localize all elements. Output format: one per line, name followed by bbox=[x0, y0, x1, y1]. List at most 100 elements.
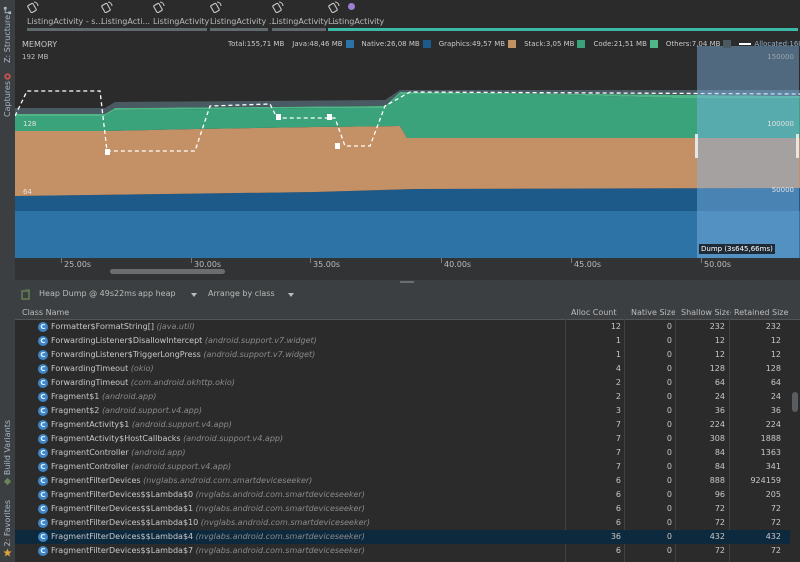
captures-tab-label: Captures bbox=[3, 81, 12, 117]
native-size: 0 bbox=[666, 532, 672, 541]
table-row[interactable]: C Fragment$1 (android.app) 2 0 24 24 bbox=[15, 390, 790, 404]
table-row[interactable]: C ForwardingTimeout (com.android.okhttp.o… bbox=[15, 376, 790, 390]
heap-toolbar: Heap Dump @ 49s22ms app heap Arrange by … bbox=[15, 284, 800, 307]
shallow-size: 888 bbox=[709, 476, 725, 485]
native-size: 0 bbox=[666, 350, 672, 359]
table-row[interactable]: C FragmentFilterDevices$$Lambda$7 (nvglab… bbox=[15, 544, 790, 558]
memory-max-label: 192 MB bbox=[22, 53, 49, 61]
structure-icon bbox=[3, 6, 12, 15]
class-name: Fragment$2 (android.support.v4.app) bbox=[51, 406, 202, 415]
vertical-scrollbar[interactable] bbox=[790, 320, 800, 562]
shallow-size: 72 bbox=[714, 518, 725, 527]
heap-select[interactable]: app heap bbox=[138, 289, 176, 298]
class-package: (android.support.v7.widget) bbox=[204, 336, 317, 345]
column-class-name[interactable]: Class Name bbox=[22, 308, 69, 317]
shallow-size: 84 bbox=[714, 448, 725, 457]
alloc-count: 36 bbox=[610, 532, 621, 541]
rotate-icon bbox=[272, 1, 284, 13]
retained-size: 64 bbox=[770, 378, 781, 387]
arrange-select[interactable]: Arrange by class bbox=[208, 289, 275, 298]
retained-size: 128 bbox=[765, 364, 781, 373]
legend-label: Native:26,08 MB bbox=[361, 40, 420, 48]
native-size: 0 bbox=[666, 392, 672, 401]
native-size: 0 bbox=[666, 476, 672, 485]
legend-label: Total:155,71 MB bbox=[228, 40, 285, 48]
class-package: (nvglabs.android.com.smartdeviceseeker) bbox=[195, 490, 365, 499]
table-row[interactable]: C ForwardingListener$DisallowIntercept (a… bbox=[15, 334, 790, 348]
legend-swatch bbox=[508, 40, 517, 48]
column-native-size[interactable]: Native Size bbox=[631, 308, 676, 317]
alloc-count: 2 bbox=[615, 392, 621, 401]
legend-swatch bbox=[577, 40, 586, 48]
build-variants-tab[interactable]: Build Variants bbox=[1, 420, 14, 486]
table-row[interactable]: C FragmentFilterDevices$$Lambda$10 (nvgla… bbox=[15, 516, 790, 530]
time-tick bbox=[61, 258, 62, 263]
activity-timeline: ListingActivity - s... ListingActi... List… bbox=[15, 0, 800, 34]
shallow-size: 72 bbox=[714, 546, 725, 555]
activity-label: ListingActivity bbox=[153, 17, 210, 26]
shallow-size: 128 bbox=[709, 364, 725, 373]
alloc-count: 6 bbox=[615, 546, 621, 555]
table-row[interactable]: C ForwardingListener$TriggerLongPress (an… bbox=[15, 348, 790, 362]
time-tick bbox=[571, 258, 572, 263]
alloc-count: 7 bbox=[615, 434, 621, 443]
table-row[interactable]: C FragmentFilterDevices$$Lambda$0 (nvglab… bbox=[15, 488, 790, 502]
alloc-count: 6 bbox=[615, 490, 621, 499]
table-header: Class Name Alloc Count Native Size Shall… bbox=[15, 306, 800, 320]
table-row[interactable]: C FragmentActivity$1 (android.support.v4.… bbox=[15, 418, 790, 432]
retained-size: 341 bbox=[765, 462, 781, 471]
time-tick bbox=[310, 258, 311, 263]
favorites-tab[interactable]: 2: Favorites bbox=[1, 500, 14, 557]
class-icon: C bbox=[38, 392, 48, 402]
table-row[interactable]: C FragmentFilterDevices$$Lambda$1 (nvglab… bbox=[15, 502, 790, 516]
legend-dash bbox=[739, 43, 752, 45]
native-size: 0 bbox=[666, 406, 672, 415]
time-tick-label: 45.00s bbox=[574, 260, 602, 269]
table-row[interactable]: C Formatter$FormatString[] (java.util) 12 0… bbox=[15, 320, 790, 334]
retained-size: 72 bbox=[770, 518, 781, 527]
table-row[interactable]: C FragmentFilterDevices (nvglabs.android.… bbox=[15, 474, 790, 488]
legend-label: Others:7,04 MB bbox=[665, 40, 721, 48]
legend-item: Code:21,51 MB bbox=[590, 40, 658, 48]
captures-tab[interactable]: Captures bbox=[1, 70, 14, 117]
class-icon: C bbox=[38, 546, 48, 556]
vertical-scroll-thumb[interactable] bbox=[792, 392, 798, 412]
column-shallow-size[interactable]: Shallow Size bbox=[681, 308, 731, 317]
structure-tab[interactable]: Z: Structure bbox=[1, 4, 14, 63]
class-name: FragmentFilterDevices$$Lambda$10 (nvglab… bbox=[51, 518, 370, 527]
alloc-count: 4 bbox=[615, 364, 621, 373]
class-icon: C bbox=[38, 476, 48, 486]
heap-dump-label: Heap Dump @ 49s22ms bbox=[39, 289, 137, 298]
export-icon[interactable] bbox=[21, 289, 31, 300]
retained-size: 224 bbox=[765, 420, 781, 429]
table-row[interactable]: C FragmentController (android.support.v4.… bbox=[15, 460, 790, 474]
legend-swatch bbox=[345, 40, 354, 48]
table-row[interactable]: C FragmentActivity$HostCallbacks (android… bbox=[15, 432, 790, 446]
table-row[interactable]: C FragmentFilterDevices$$Lambda$4 (nvglab… bbox=[15, 530, 790, 544]
table-row[interactable]: C ForwardingTimeout (okio) 4 0 128 128 bbox=[15, 362, 790, 376]
class-package: (android.support.v4.app) bbox=[131, 462, 232, 471]
class-icon: C bbox=[38, 490, 48, 500]
class-package: (android.app) bbox=[101, 392, 157, 401]
column-retained-size[interactable]: Retained Size bbox=[734, 308, 788, 317]
native-size: 0 bbox=[666, 448, 672, 457]
legend-swatch bbox=[649, 40, 658, 48]
left-tool-strip: Z: Structure Captures Build Variants 2: … bbox=[0, 0, 16, 562]
column-alloc-count[interactable]: Alloc Count bbox=[571, 308, 617, 317]
shallow-size: 308 bbox=[709, 434, 725, 443]
legend-item: Total:155,71 MB bbox=[225, 40, 284, 48]
table-row[interactable]: C FragmentController (android.app) 7 0 84 136… bbox=[15, 446, 790, 460]
legend-label: Code:21,51 MB bbox=[593, 40, 647, 48]
native-size: 0 bbox=[666, 546, 672, 555]
alloc-count: 7 bbox=[615, 462, 621, 471]
horizontal-scroll-thumb[interactable] bbox=[110, 269, 225, 274]
shallow-size: 36 bbox=[714, 406, 725, 415]
active-dot bbox=[348, 3, 355, 10]
chevron-down-icon[interactable] bbox=[191, 293, 197, 297]
retained-size: 12 bbox=[770, 336, 781, 345]
table-row[interactable]: C Fragment$2 (android.support.v4.app) 3 0 36… bbox=[15, 404, 790, 418]
class-table: Class Name Alloc Count Native Size Shall… bbox=[15, 306, 800, 562]
chevron-down-icon[interactable] bbox=[288, 293, 294, 297]
class-package: (nvglabs.android.com.smartdeviceseeker) bbox=[143, 476, 313, 485]
activity-bar bbox=[27, 28, 109, 31]
